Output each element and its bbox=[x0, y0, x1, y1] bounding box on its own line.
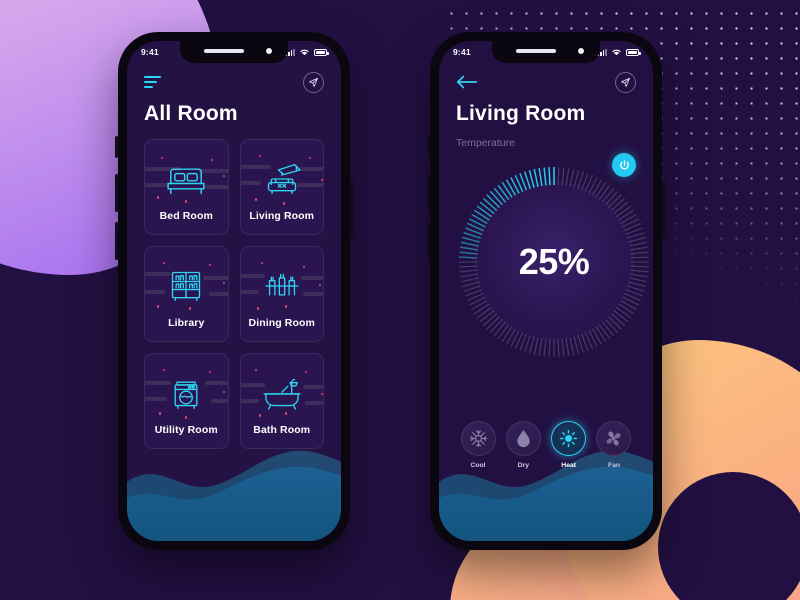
phone-volume-down-button bbox=[115, 222, 118, 260]
room-card-dining-room[interactable]: Dining Room bbox=[239, 246, 324, 342]
room-card-label: Utility Room bbox=[154, 423, 218, 436]
room-card-living-room[interactable]: Living Room bbox=[239, 139, 324, 235]
status-time: 9:41 bbox=[141, 47, 159, 57]
section-subtitle: Temperature bbox=[456, 137, 515, 149]
bed-icon bbox=[144, 153, 228, 205]
room-card-label: Bath Room bbox=[253, 423, 311, 436]
send-icon[interactable] bbox=[303, 71, 324, 93]
room-card-label: Bed Room bbox=[159, 209, 213, 222]
screen-living-room: 9:41 Living Room Temperature 25% Cool Dr… bbox=[439, 41, 653, 541]
mode-buttons: Cool Dry Heat Fan bbox=[456, 421, 636, 469]
screen-all-room: 9:41 All Room Bed Room Living Room Libra… bbox=[127, 41, 341, 541]
dining-table-icon bbox=[240, 260, 324, 312]
sun-icon bbox=[551, 421, 587, 456]
mode-button-dry[interactable]: Dry bbox=[501, 421, 545, 469]
dial-value: 25% bbox=[518, 241, 590, 282]
page-title: Living Room bbox=[456, 102, 586, 125]
battery-icon bbox=[626, 49, 641, 56]
snowflake-icon bbox=[460, 421, 496, 456]
phone-notch bbox=[180, 41, 288, 63]
room-card-bath-room[interactable]: Bath Room bbox=[239, 353, 324, 449]
sofa-icon bbox=[240, 153, 324, 205]
wifi-icon bbox=[612, 49, 621, 56]
room-grid: Bed Room Living Room Library Dining Room… bbox=[144, 139, 324, 449]
top-bar-right bbox=[456, 71, 636, 93]
page-title: All Room bbox=[144, 102, 238, 125]
room-card-label: Library bbox=[168, 316, 205, 329]
room-card-utility-room[interactable]: Utility Room bbox=[144, 353, 229, 449]
bathtub-icon bbox=[240, 367, 324, 419]
mode-button-heat[interactable]: Heat bbox=[547, 421, 591, 469]
room-card-bed-room[interactable]: Bed Room bbox=[144, 139, 229, 235]
mode-label: Cool bbox=[470, 462, 486, 469]
phone-power-button bbox=[350, 182, 353, 238]
bookshelf-icon bbox=[144, 260, 228, 312]
phone-notch bbox=[492, 41, 600, 63]
phone-volume-down-button bbox=[427, 222, 430, 260]
earpiece-speaker bbox=[204, 49, 244, 53]
mode-button-fan[interactable]: Fan bbox=[592, 421, 636, 469]
mode-button-cool[interactable]: Cool bbox=[456, 421, 500, 469]
back-arrow-icon[interactable] bbox=[456, 72, 478, 92]
room-card-label: Living Room bbox=[249, 209, 315, 222]
phone-volume-up-button bbox=[427, 174, 430, 212]
droplet-icon bbox=[505, 421, 541, 456]
phone-volume-up-button bbox=[115, 174, 118, 212]
mode-label: Heat bbox=[561, 462, 577, 469]
phone-left: 9:41 All Room Bed Room Living Room Libra… bbox=[115, 32, 353, 550]
front-camera bbox=[578, 48, 584, 54]
send-icon[interactable] bbox=[615, 71, 636, 93]
room-card-label: Dining Room bbox=[248, 316, 315, 329]
top-bar-left bbox=[144, 71, 324, 93]
room-card-library[interactable]: Library bbox=[144, 246, 229, 342]
earpiece-speaker bbox=[516, 49, 556, 53]
mode-label: Dry bbox=[517, 462, 529, 469]
hamburger-menu-icon[interactable] bbox=[144, 75, 161, 89]
temperature-dial[interactable]: 25% bbox=[456, 164, 652, 360]
mode-label: Fan bbox=[607, 462, 621, 469]
status-time: 9:41 bbox=[453, 47, 471, 57]
phone-mute-switch bbox=[115, 136, 118, 158]
screen-content-left: All Room Bed Room Living Room Library Di… bbox=[127, 41, 341, 541]
phone-right: 9:41 Living Room Temperature 25% Cool Dr… bbox=[427, 32, 665, 550]
washing-machine-icon bbox=[144, 367, 228, 419]
fan-icon bbox=[596, 421, 632, 456]
phone-mute-switch bbox=[427, 136, 430, 158]
front-camera bbox=[266, 48, 272, 54]
battery-icon bbox=[314, 49, 329, 56]
canvas: 9:41 All Room Bed Room Living Room Libra… bbox=[0, 0, 800, 600]
power-icon[interactable] bbox=[612, 153, 636, 177]
phone-power-button bbox=[662, 182, 665, 238]
wifi-icon bbox=[300, 49, 309, 56]
